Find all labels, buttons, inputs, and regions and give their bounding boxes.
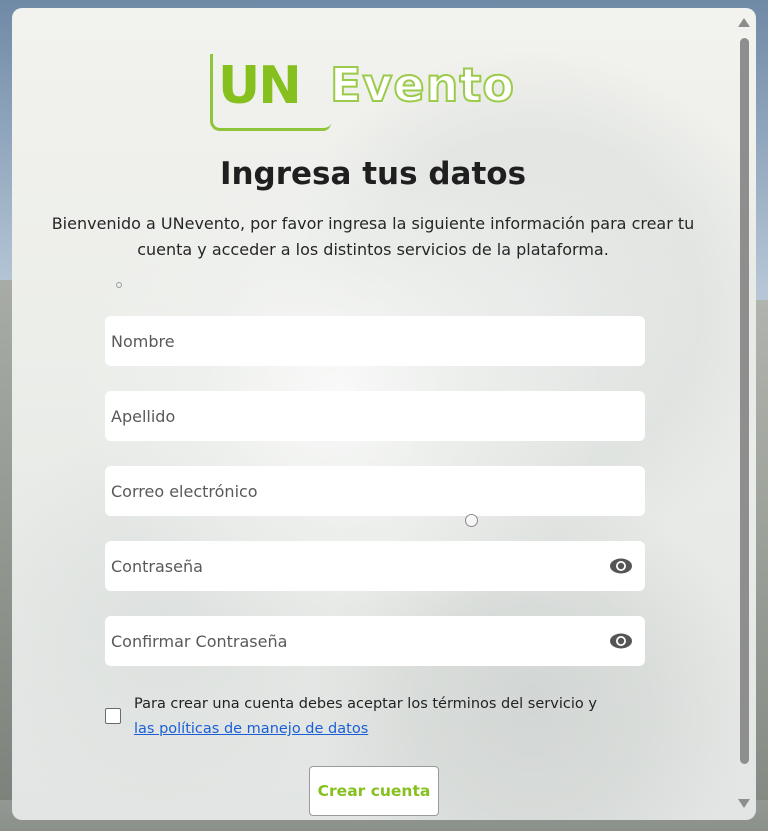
email-field[interactable] — [105, 466, 645, 516]
scrollbar-thumb[interactable] — [740, 38, 749, 764]
last-name-field[interactable] — [105, 391, 645, 441]
password-field[interactable] — [105, 541, 645, 591]
eye-icon[interactable] — [609, 556, 633, 576]
background-building-right — [754, 300, 768, 800]
last-name-input[interactable] — [105, 391, 645, 441]
scrollbar[interactable] — [734, 8, 756, 820]
scroll-up-arrow-icon[interactable] — [738, 18, 750, 27]
privacy-policy-link[interactable]: las políticas de manejo de datos — [134, 721, 368, 737]
page-title: Ingresa tus datos — [219, 156, 527, 192]
logo-evento-text: Evento — [329, 57, 515, 113]
first-name-field[interactable] — [105, 316, 645, 366]
decorative-dot — [116, 282, 122, 288]
terms-label: Para crear una cuenta debes aceptar los … — [134, 692, 614, 742]
password-input[interactable] — [105, 541, 645, 591]
signup-card: UN Evento Ingresa tus datos Bienvenido a… — [12, 8, 756, 820]
create-account-button[interactable]: Crear cuenta — [309, 766, 439, 816]
confirm-password-field[interactable] — [105, 616, 645, 666]
intro-text: Bienvenido a UNevento, por favor ingresa… — [51, 214, 695, 259]
terms-text: Para crear una cuenta debes aceptar los … — [134, 696, 597, 712]
terms-checkbox[interactable] — [105, 708, 121, 724]
eye-icon[interactable] — [609, 631, 633, 651]
confirm-password-input[interactable] — [105, 616, 645, 666]
first-name-input[interactable] — [105, 316, 645, 366]
email-input[interactable] — [105, 466, 645, 516]
mouse-cursor-indicator — [465, 514, 478, 527]
logo-un-text: UN — [218, 56, 302, 116]
scroll-down-arrow-icon[interactable] — [738, 799, 750, 808]
unevento-logo: UN Evento — [210, 54, 542, 132]
